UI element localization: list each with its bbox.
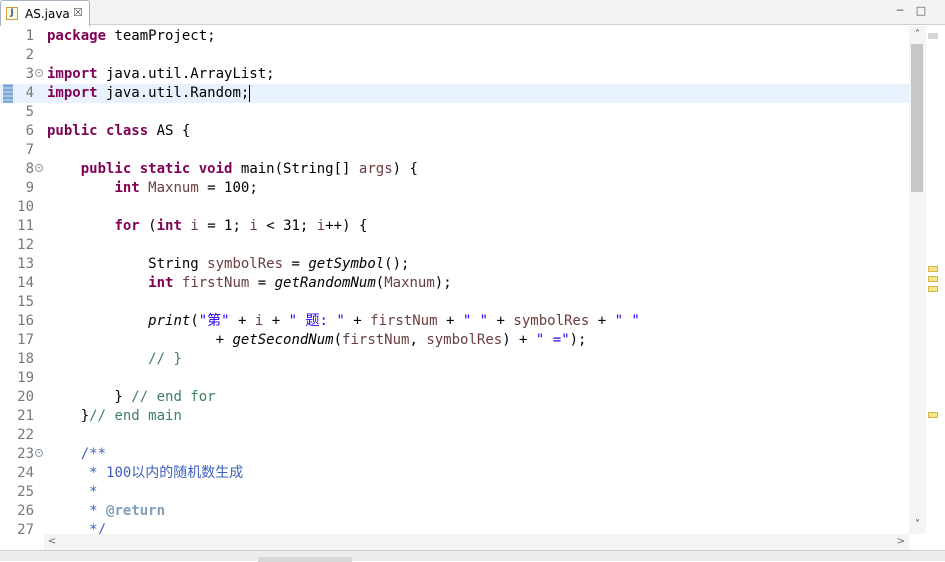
fold-toggle-icon[interactable]: - (35, 449, 43, 458)
line-number: 3 (25, 66, 34, 82)
code-line[interactable]: 18 // } (0, 350, 909, 369)
line-number: 1 (25, 28, 34, 44)
line-number: 10 (17, 199, 34, 215)
line-number: 15 (17, 294, 34, 310)
fold-toggle-icon[interactable]: - (35, 164, 43, 173)
line-number: 25 (17, 484, 34, 500)
code-line[interactable]: 17 + getSecondNum(firstNum, symbolRes) +… (0, 331, 909, 350)
code-line[interactable]: 6 public class AS { (0, 122, 909, 141)
code-text[interactable]: }// end main (47, 407, 182, 426)
code-text[interactable]: } // end for (47, 388, 215, 407)
java-file-icon: J (6, 7, 18, 20)
code-line[interactable]: 15 (0, 293, 909, 312)
overview-ruler[interactable] (926, 26, 945, 534)
minimize-icon[interactable]: ─ (893, 4, 907, 18)
code-line[interactable]: 24 * 100以内的随机数生成 (0, 464, 909, 483)
scroll-right-icon[interactable]: > (893, 534, 909, 550)
code-text[interactable]: print("第" + i + " 题: " + firstNum + " " … (47, 312, 640, 331)
code-line[interactable]: 9 int Maxnum = 100; (0, 179, 909, 198)
code-line[interactable]: 12 (0, 236, 909, 255)
scroll-down-icon[interactable]: ˅ (909, 517, 926, 533)
line-number: 7 (25, 142, 34, 158)
line-number: 22 (17, 427, 34, 443)
line-number: 18 (17, 351, 34, 367)
code-line[interactable]: 3- import java.util.ArrayList; (0, 65, 909, 84)
code-line[interactable]: 19 (0, 369, 909, 388)
code-text[interactable]: int firstNum = getRandomNum(Maxnum); (47, 274, 452, 293)
code-line[interactable]: 1 package teamProject; (0, 27, 909, 46)
code-line[interactable]: 8- public static void main(String[] args… (0, 160, 909, 179)
code-text[interactable]: + getSecondNum(firstNum, symbolRes) + " … (47, 331, 587, 350)
line-number: 20 (17, 389, 34, 405)
warning-marker[interactable] (928, 276, 938, 282)
code-line[interactable]: 7 (0, 141, 909, 160)
line-number: 8 (25, 161, 34, 177)
line-number: 23 (17, 446, 34, 462)
code-line[interactable]: 16 print("第" + i + " 题: " + firstNum + "… (0, 312, 909, 331)
fold-toggle-icon[interactable]: - (35, 69, 43, 78)
code-text[interactable]: public class AS { (47, 122, 190, 141)
code-line[interactable]: 4 import java.util.Random; (0, 84, 909, 103)
panel-sash[interactable] (258, 557, 352, 562)
line-number: 9 (25, 180, 34, 196)
code-line[interactable]: 25 * (0, 483, 909, 502)
line-number: 17 (17, 332, 34, 348)
code-text[interactable]: package teamProject; (47, 27, 216, 46)
line-number: 4 (25, 85, 34, 101)
code-line[interactable]: 5 (0, 103, 909, 122)
line-number: 6 (25, 123, 34, 139)
scroll-left-icon[interactable]: < (44, 534, 60, 550)
code-line[interactable]: 13 String symbolRes = getSymbol(); (0, 255, 909, 274)
code-text[interactable]: for (int i = 1; i < 31; i++) { (47, 217, 367, 236)
line-number: 26 (17, 503, 34, 519)
code-line[interactable]: 20 } // end for (0, 388, 909, 407)
line-number: 11 (17, 218, 34, 234)
tab-as-java[interactable]: J AS.java ☒ (0, 0, 90, 26)
line-number: 24 (17, 465, 34, 481)
warning-marker[interactable] (928, 266, 938, 272)
line-number: 12 (17, 237, 34, 253)
code-editor[interactable]: 1 package teamProject; 2 3- import java.util… (0, 26, 945, 550)
code-text[interactable]: import java.util.Random; (47, 84, 251, 103)
code-line[interactable]: 22 (0, 426, 909, 445)
code-line[interactable]: 2 (0, 46, 909, 65)
line-number: 16 (17, 313, 34, 329)
warning-marker[interactable] (928, 286, 938, 292)
overview-ruler-header (928, 33, 938, 39)
line-number: 13 (17, 256, 34, 272)
code-text[interactable]: /** (47, 445, 106, 464)
line-number: 14 (17, 275, 34, 291)
code-text[interactable]: int Maxnum = 100; (47, 179, 257, 198)
code-line[interactable]: 21 }// end main (0, 407, 909, 426)
close-icon[interactable]: ☒ (73, 6, 83, 19)
editor-tab-bar: J AS.java ☒ ─ □ (0, 0, 945, 26)
warning-marker[interactable] (928, 412, 938, 418)
line-number: 21 (17, 408, 34, 424)
code-text[interactable]: public static void main(String[] args) { (47, 160, 418, 179)
maximize-icon[interactable]: □ (914, 4, 928, 18)
vertical-scrollbar[interactable]: ˄ ˅ (909, 26, 926, 534)
code-line[interactable]: 26 * @return (0, 502, 909, 521)
line-number: 27 (17, 522, 34, 538)
code-text[interactable]: // } (47, 350, 182, 369)
bottom-panel-border (0, 550, 945, 562)
code-text[interactable]: import java.util.ArrayList; (47, 65, 275, 84)
code-text[interactable]: * (47, 483, 97, 502)
scroll-up-icon[interactable]: ˄ (909, 27, 926, 43)
code-line[interactable]: 14 int firstNum = getRandomNum(Maxnum); (0, 274, 909, 293)
code-text[interactable]: String symbolRes = getSymbol(); (47, 255, 409, 274)
horizontal-scrollbar[interactable]: < > (44, 534, 909, 550)
scroll-thumb[interactable] (911, 44, 923, 192)
code-line[interactable]: 11 for (int i = 1; i < 31; i++) { (0, 217, 909, 236)
line-number: 5 (25, 104, 34, 120)
tab-title: AS.java (25, 7, 70, 21)
line-number: 2 (25, 47, 34, 63)
code-line[interactable]: 23- /** (0, 445, 909, 464)
line-number: 19 (17, 370, 34, 386)
code-line[interactable]: 10 (0, 198, 909, 217)
code-text[interactable]: * @return (47, 502, 165, 521)
code-text[interactable]: * 100以内的随机数生成 (47, 464, 243, 483)
